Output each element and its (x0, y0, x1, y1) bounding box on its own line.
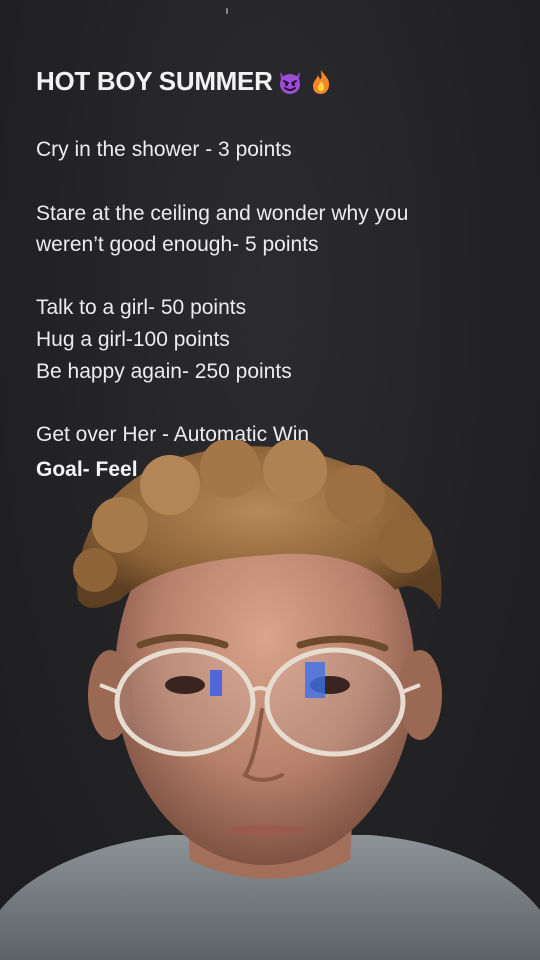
devil-face-icon (279, 71, 300, 94)
person-cutout (0, 440, 540, 960)
status-indicator (226, 8, 228, 14)
video-frame: HOT BOY SUMMER Cry in the shower - 3 poi… (0, 0, 540, 960)
note-line: Cry in the shower - 3 points (36, 138, 292, 161)
note-line: Hug a girl-100 points (36, 328, 230, 351)
note-line: Stare at the ceiling and wonder why you (36, 202, 409, 225)
note-title-text: HOT BOY SUMMER (36, 66, 273, 96)
note-line: Talk to a girl- 50 points (36, 296, 247, 319)
note-line: weren’t good enough- 5 points (36, 233, 319, 256)
note-line: Be happy again- 250 points (36, 360, 292, 383)
note-title: HOT BOY SUMMER (36, 66, 335, 97)
fire-icon (312, 69, 329, 94)
